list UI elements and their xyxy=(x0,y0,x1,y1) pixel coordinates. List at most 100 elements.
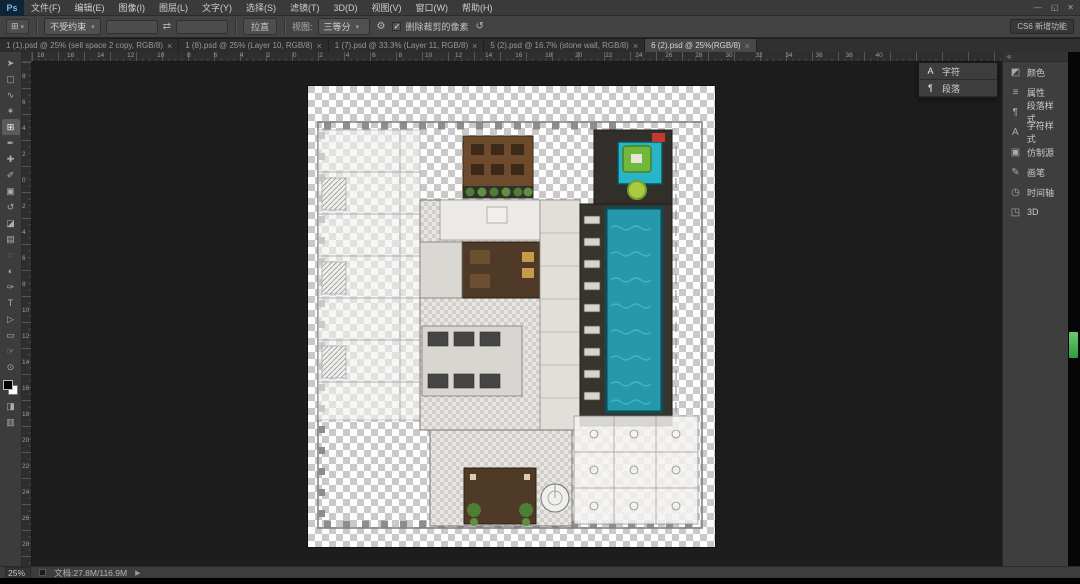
restore-button[interactable]: ◱ xyxy=(1051,3,1059,12)
type-tool[interactable]: T xyxy=(2,295,20,311)
tool-icon: ▤ xyxy=(6,234,15,245)
document-tab[interactable]: 1 (1).psd @ 25% (sell space 2 copy, RGB/… xyxy=(0,39,179,52)
menu-item[interactable]: 视图(V) xyxy=(365,0,409,15)
tool-icon: ◪ xyxy=(6,218,15,229)
menu-item[interactable]: 选择(S) xyxy=(239,0,283,15)
close-icon[interactable]: × xyxy=(472,41,477,51)
dodge-tool[interactable]: ◐ xyxy=(2,263,20,279)
menu-item[interactable]: 滤镜(T) xyxy=(283,0,327,15)
hand-tool[interactable]: ☞ xyxy=(2,343,20,359)
path-selection-tool[interactable]: ▷ xyxy=(2,311,20,327)
panel-timeline[interactable]: ◷ 时间轴 xyxy=(1003,182,1068,202)
close-icon[interactable]: × xyxy=(167,41,172,51)
vertical-ruler[interactable]: 8 6 4 2 0 2 4 6 8 10 12 14 16 18 20 22 2… xyxy=(22,62,32,566)
aspect-ratio-select[interactable]: 不受约束 ▾ xyxy=(44,18,101,35)
panel-paragraph[interactable]: ¶ 段落 xyxy=(919,80,997,97)
panel-clone-source[interactable]: ▣ 仿制源 xyxy=(1003,142,1068,162)
eyedropper-tool[interactable]: ✒ xyxy=(2,135,20,151)
blur-tool[interactable]: ◌ xyxy=(2,247,20,263)
marquee-tool[interactable]: ▢ xyxy=(2,71,20,87)
canvas[interactable] xyxy=(308,86,715,547)
delete-cropped-pixels-checkbox[interactable]: ✓ 删除裁剪的像素 xyxy=(392,20,468,33)
crop-height-input[interactable] xyxy=(176,20,228,34)
panel-label: 颜色 xyxy=(1027,66,1045,79)
screen-mode-button[interactable]: ▥ xyxy=(2,414,20,430)
healing-brush-tool[interactable]: ✚ xyxy=(2,151,20,167)
separator xyxy=(36,19,37,35)
history-brush-tool[interactable]: ↺ xyxy=(2,199,20,215)
pen-tool[interactable]: ✑ xyxy=(2,279,20,295)
close-button[interactable]: ✕ xyxy=(1067,3,1074,12)
shape-tool[interactable]: ▭ xyxy=(2,327,20,343)
panel-color[interactable]: ◩ 颜色 xyxy=(1003,62,1068,82)
panel-brush[interactable]: ✎ 画笔 xyxy=(1003,162,1068,182)
menu-item[interactable]: 文字(Y) xyxy=(195,0,239,15)
floor-plan-image xyxy=(308,86,715,547)
tools-panel: ➤ ▢ ∿ ✶ ⊞ ✒ ✚ ✐ ▣ ↺ ◪ ▤ xyxy=(0,52,22,566)
cs6-new-features-badge[interactable]: CS6 新增功能 xyxy=(1010,19,1074,34)
tool-options-bar: ⊞ ▾ 不受约束 ▾ ⇄ 拉直 视图: 三等分 ▾ ⚙ ✓ 删除裁剪的像素 ↺ … xyxy=(0,16,1080,38)
zoom-level-field[interactable]: 25% xyxy=(5,567,31,579)
crop-width-input[interactable] xyxy=(106,20,158,34)
close-icon[interactable]: × xyxy=(317,41,322,51)
dock-collapse-button[interactable]: « xyxy=(1003,52,1068,62)
color-swatches[interactable] xyxy=(3,380,18,395)
menu-item[interactable]: 文件(F) xyxy=(24,0,68,15)
menu-item[interactable]: 帮助(H) xyxy=(455,0,500,15)
magic-wand-tool[interactable]: ✶ xyxy=(2,103,20,119)
brush-tool[interactable]: ✐ xyxy=(2,167,20,183)
clone-stamp-tool[interactable]: ▣ xyxy=(2,183,20,199)
menu-item[interactable]: 编辑(E) xyxy=(68,0,112,15)
tool-icon: ∿ xyxy=(7,90,15,101)
menu-item[interactable]: 图像(I) xyxy=(112,0,153,15)
tool-icon: ⊞ xyxy=(7,122,15,133)
tool-icon: ☞ xyxy=(6,346,14,357)
reset-icon[interactable]: ↺ xyxy=(474,21,486,32)
panel-icon: A xyxy=(924,66,937,76)
view-label: 视图: xyxy=(292,20,313,33)
zoom-tool[interactable]: ⊙ xyxy=(2,359,20,375)
lasso-tool[interactable]: ∿ xyxy=(2,87,20,103)
swap-dimensions-icon[interactable]: ⇄ xyxy=(163,21,171,32)
document-tab[interactable]: 1 (7).psd @ 33.3% (Layer 11, RGB/8) × xyxy=(329,39,485,52)
minimize-button[interactable]: — xyxy=(1034,3,1042,12)
tool-icon: ▥ xyxy=(6,417,15,428)
chevron-down-icon: ▾ xyxy=(91,23,95,31)
document-tab[interactable]: 6 (2).psd @ 25%(RGB/8) × xyxy=(645,39,757,52)
panel-icon: ▣ xyxy=(1009,147,1022,158)
eraser-tool[interactable]: ◪ xyxy=(2,215,20,231)
crop-options-gear-icon[interactable]: ⚙ xyxy=(375,21,388,32)
tool-preset-picker[interactable]: ⊞ ▾ xyxy=(6,19,29,34)
menu-bar: Ps 文件(F)编辑(E)图像(I)图层(L)文字(Y)选择(S)滤镜(T)3D… xyxy=(0,0,1080,16)
foreground-color-swatch[interactable] xyxy=(3,380,13,390)
quick-mask-button[interactable]: ◨ xyxy=(2,398,20,414)
window-controls: — ◱ ✕ xyxy=(1034,3,1074,12)
menu-item[interactable]: 图层(L) xyxy=(152,0,195,15)
gradient-tool[interactable]: ▤ xyxy=(2,231,20,247)
tool-icon: ◐ xyxy=(8,266,13,276)
document-tab[interactable]: 1 (8).psd @ 25% (Layer 10, RGB/8) × xyxy=(179,39,329,52)
app-logo-icon[interactable]: Ps xyxy=(0,0,24,16)
tool-icon: ▢ xyxy=(6,74,15,85)
ruler-origin-corner[interactable] xyxy=(22,52,32,62)
move-tool[interactable]: ➤ xyxy=(2,55,20,71)
crop-tool[interactable]: ⊞ xyxy=(2,119,20,135)
menu-item[interactable]: 窗口(W) xyxy=(409,0,456,15)
photoshop-window: Ps 文件(F)编辑(E)图像(I)图层(L)文字(Y)选择(S)滤镜(T)3D… xyxy=(0,0,1080,584)
panel-character[interactable]: A 字符 xyxy=(919,63,997,80)
horizontal-ruler[interactable]: 18 16 14 12 10 8 6 4 2 0 2 4 6 8 10 12 1… xyxy=(32,52,1002,62)
tool-icon: ⊙ xyxy=(7,362,15,373)
document-tab[interactable]: 5 (2).psd @ 16.7% (stone wall, RGB/8) × xyxy=(484,39,645,52)
panel-character-styles[interactable]: A 字符样式 xyxy=(1003,122,1068,142)
menu-item[interactable]: 3D(D) xyxy=(327,0,365,15)
chevron-down-icon: ▾ xyxy=(356,23,360,31)
close-icon[interactable]: × xyxy=(745,41,750,51)
panel-icon: ◩ xyxy=(1009,67,1022,78)
straighten-button[interactable]: 拉直 xyxy=(243,18,277,35)
status-options-arrow[interactable]: ▶ xyxy=(135,569,140,577)
tool-icon: ▣ xyxy=(6,186,15,197)
panel-3d[interactable]: ◳ 3D xyxy=(1003,202,1068,222)
panel-label: 画笔 xyxy=(1027,166,1045,179)
close-icon[interactable]: × xyxy=(633,41,638,51)
overlay-view-select[interactable]: 三等分 ▾ xyxy=(318,18,370,35)
